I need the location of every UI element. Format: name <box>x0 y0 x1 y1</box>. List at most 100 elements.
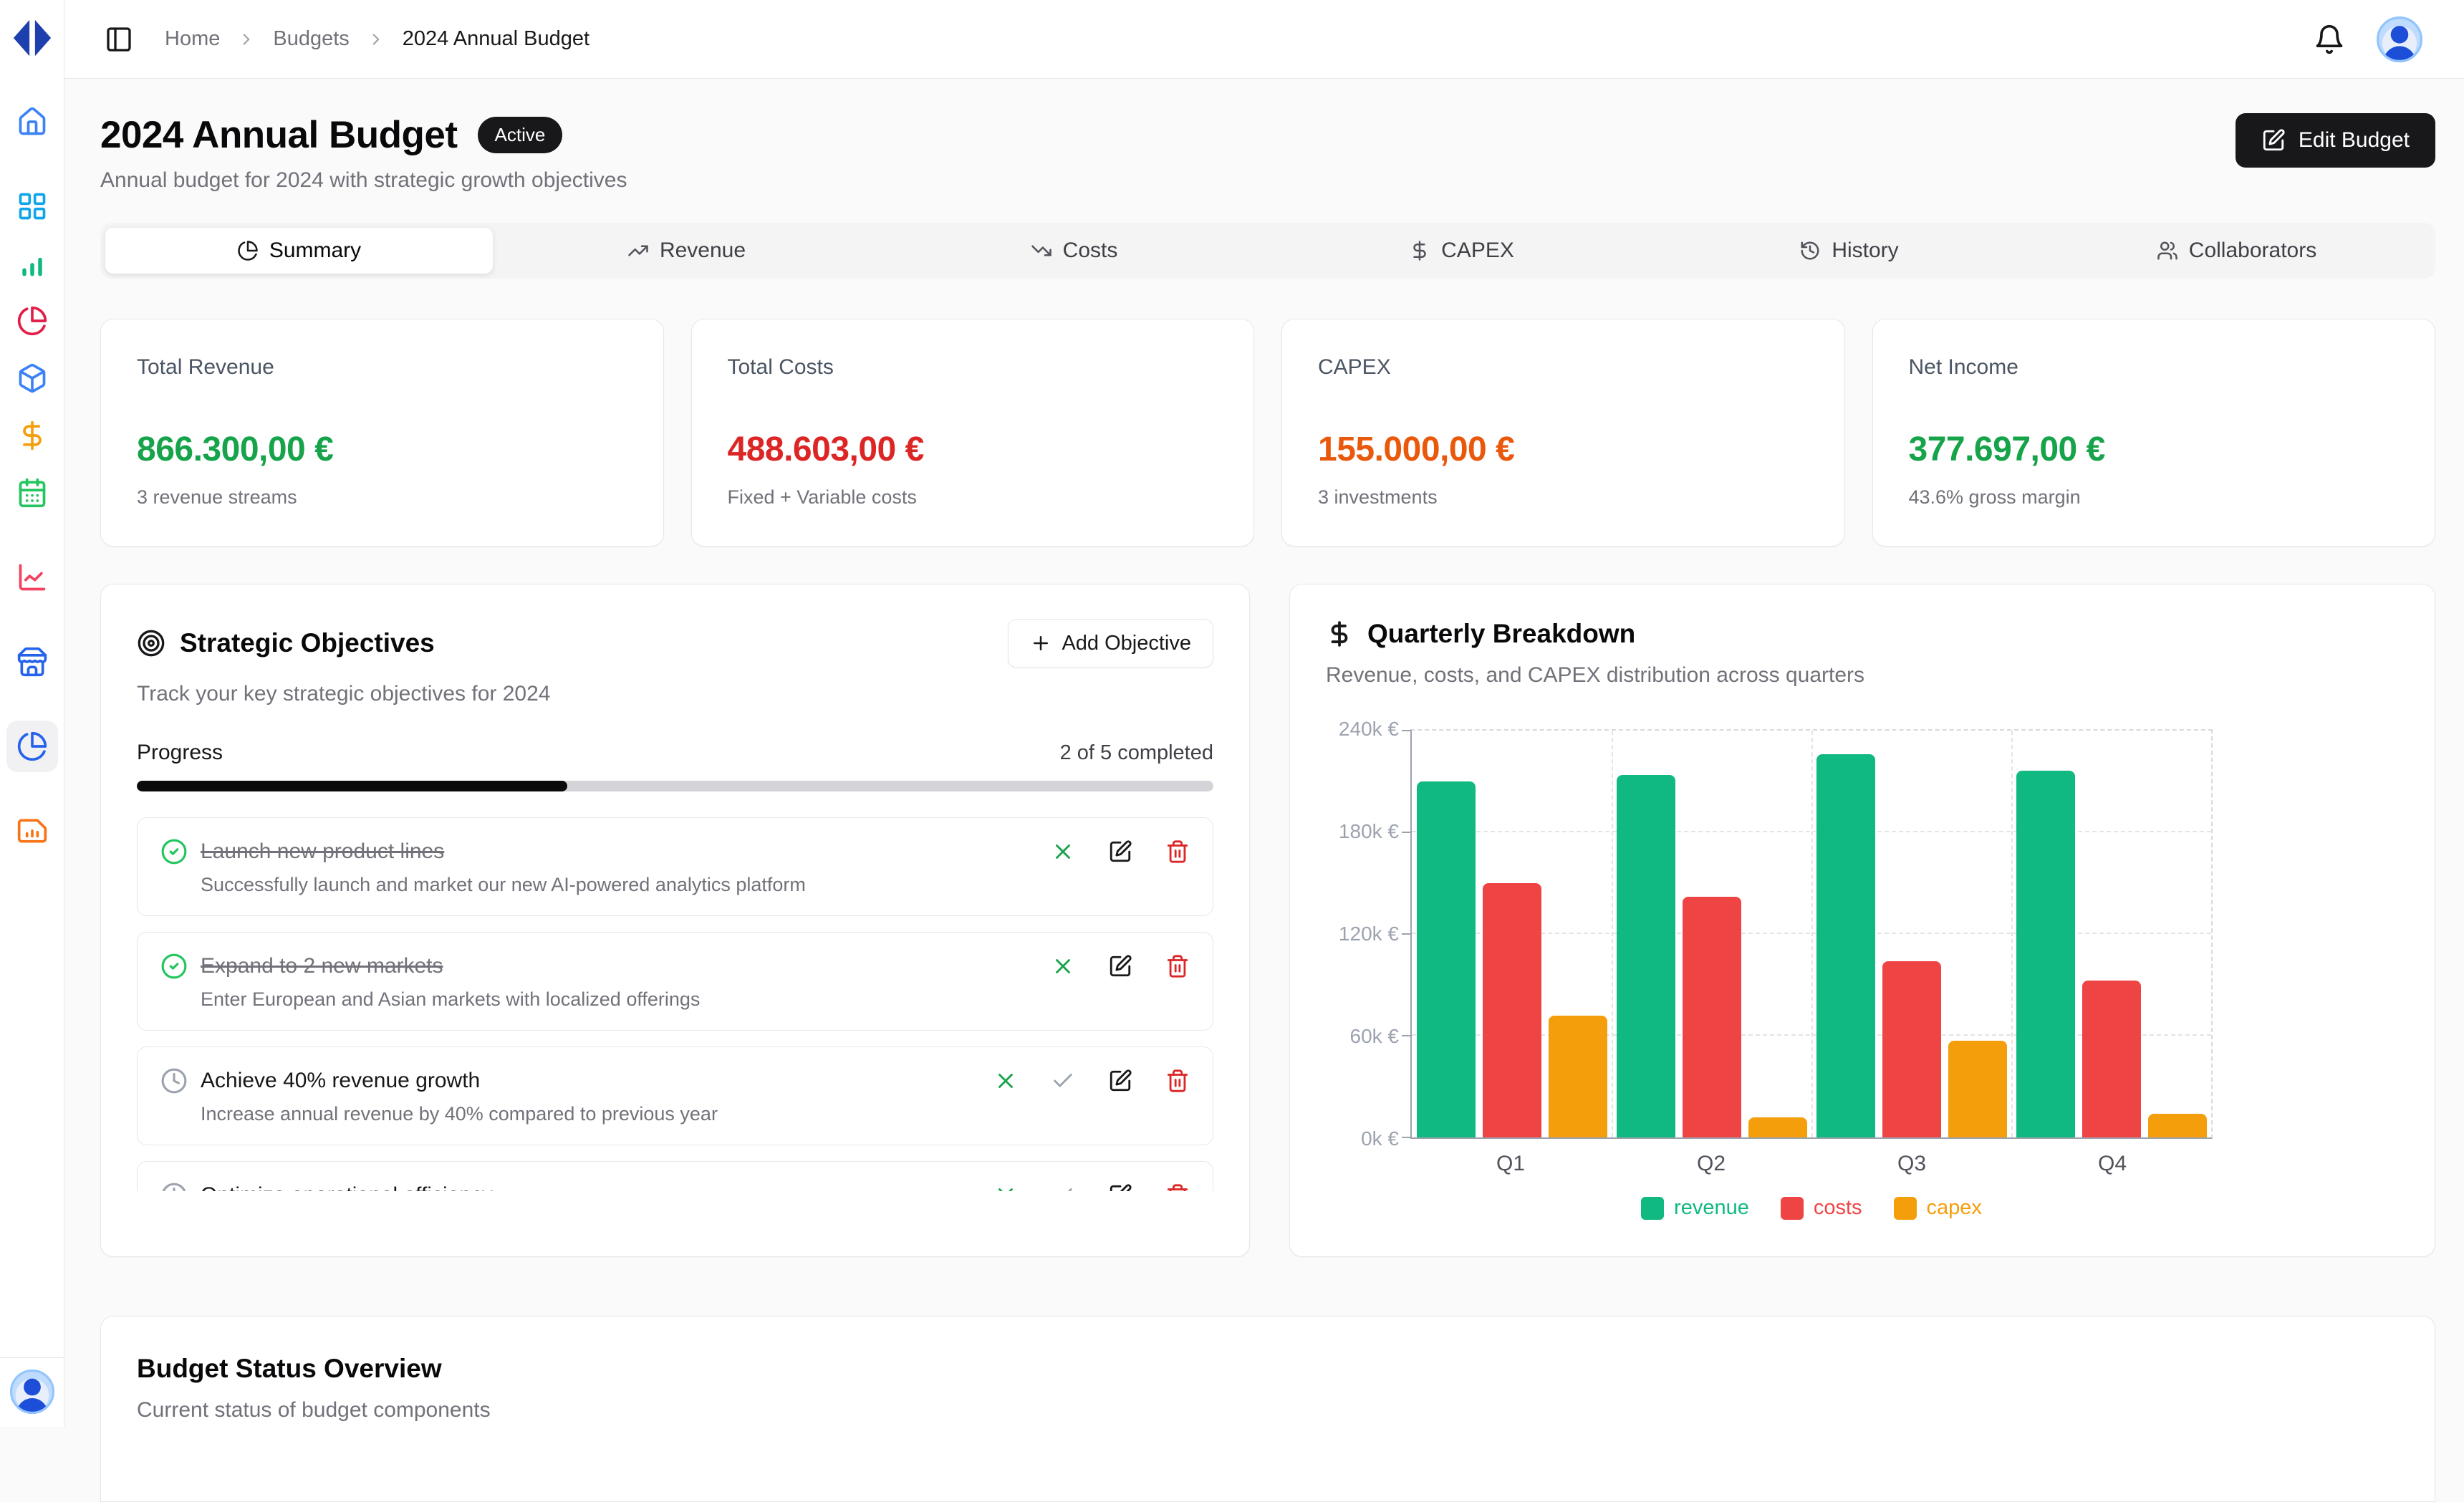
mark-incomplete-button[interactable] <box>1051 954 1075 978</box>
objective-item: Optimize operational efficiency <box>137 1161 1213 1191</box>
sidebar <box>0 0 64 1427</box>
y-tick-label: 180k € <box>1339 820 1399 843</box>
bar-revenue-q1 <box>1417 781 1476 1137</box>
edit-objective-button[interactable] <box>1108 1183 1132 1191</box>
mark-complete-button[interactable] <box>1051 1183 1075 1191</box>
y-tick-label: 120k € <box>1339 923 1399 945</box>
sidebar-item-reports-pie[interactable] <box>6 295 58 347</box>
progress-count: 2 of 5 completed <box>1060 741 1213 765</box>
notifications-button[interactable] <box>2314 24 2345 55</box>
user-menu-button[interactable] <box>2377 16 2422 62</box>
sidebar-item-store[interactable] <box>6 636 58 688</box>
sidebar-item-products[interactable] <box>6 352 58 404</box>
trash-icon <box>1165 1069 1190 1093</box>
stat-sub: Fixed + Variable costs <box>728 486 1218 509</box>
edit-icon <box>1108 1183 1132 1191</box>
app-logo[interactable] <box>0 0 64 60</box>
stat-sub: 3 investments <box>1318 486 1809 509</box>
sidebar-user[interactable] <box>0 1357 64 1427</box>
check-icon <box>1051 1183 1075 1191</box>
objective-item: Achieve 40% revenue growth Increase annu… <box>137 1046 1213 1145</box>
stat-cards: Total Revenue 866.300,00 € 3 revenue str… <box>100 319 2435 547</box>
page-title: 2024 Annual Budget <box>100 113 458 157</box>
bar-capex-q2 <box>1748 1117 1807 1137</box>
y-tick-label: 240k € <box>1339 718 1399 741</box>
tab-capex[interactable]: CAPEX <box>1268 228 1655 274</box>
edit-objective-button[interactable] <box>1108 839 1132 864</box>
bar-revenue-q3 <box>1816 754 1875 1137</box>
circle-check-icon <box>160 838 188 865</box>
tab-summary[interactable]: Summary <box>105 228 493 274</box>
legend-item-costs: costs <box>1781 1196 1862 1220</box>
objective-description: Enter European and Asian markets with lo… <box>201 988 1190 1011</box>
edit-icon <box>2261 128 2286 153</box>
bottom-title: Budget Status Overview <box>137 1354 2399 1384</box>
add-objective-button[interactable]: Add Objective <box>1008 619 1213 668</box>
breadcrumb-current: 2024 Annual Budget <box>403 27 589 51</box>
topbar: Home Budgets 2024 Annual Budget <box>64 0 2464 79</box>
store-icon <box>16 646 48 678</box>
sidebar-item-dashboard[interactable] <box>6 180 58 232</box>
sidebar-item-finance[interactable] <box>6 410 58 461</box>
users-icon <box>2157 240 2178 261</box>
tab-history[interactable]: History <box>1655 228 2043 274</box>
breadcrumb-home[interactable]: Home <box>165 27 220 51</box>
mark-incomplete-button[interactable] <box>1051 839 1075 864</box>
bar-costs-q3 <box>1882 961 1941 1137</box>
pie-chart-blue-icon <box>16 731 48 762</box>
edit-objective-button[interactable] <box>1108 954 1132 978</box>
mark-incomplete-button[interactable] <box>993 1069 1018 1093</box>
bar-revenue-q4 <box>2016 771 2075 1137</box>
x-tick-label: Q2 <box>1611 1152 1811 1176</box>
edit-budget-button[interactable]: Edit Budget <box>2236 113 2435 168</box>
sidebar-toggle-button[interactable] <box>105 25 133 54</box>
sidebar-item-reports[interactable] <box>6 805 58 857</box>
breadcrumb-budgets[interactable]: Budgets <box>273 27 349 51</box>
bar-costs-q2 <box>1683 897 1741 1137</box>
chart-xlabels: Q1Q2Q3Q4 <box>1410 1152 2213 1176</box>
strategic-objectives-panel: Strategic Objectives Add Objective Track… <box>100 584 1250 1257</box>
sidebar-item-calendar[interactable] <box>6 467 58 519</box>
edit-icon <box>1108 839 1132 864</box>
mark-complete-button[interactable] <box>1051 1069 1075 1093</box>
legend-swatch <box>1894 1197 1917 1220</box>
trash-icon <box>1165 839 1190 864</box>
tab-collaborators[interactable]: Collaborators <box>2043 228 2430 274</box>
delete-objective-button[interactable] <box>1165 839 1190 864</box>
x-icon <box>993 1069 1018 1093</box>
objective-title: Launch new product lines <box>201 839 444 864</box>
delete-objective-button[interactable] <box>1165 1069 1190 1093</box>
sidebar-item-budgets[interactable] <box>6 721 58 772</box>
objectives-title: Strategic Objectives <box>180 628 435 658</box>
circle-check-icon <box>160 953 188 980</box>
y-tick-label: 0k € <box>1361 1127 1399 1150</box>
legend-swatch <box>1641 1197 1664 1220</box>
objective-item: Expand to 2 new markets Enter European a… <box>137 932 1213 1031</box>
dollar-icon <box>1326 620 1353 648</box>
bar-chart-icon <box>16 248 48 279</box>
sidebar-item-trends[interactable] <box>6 552 58 603</box>
clock-icon <box>160 1182 188 1191</box>
sidebar-item-analytics[interactable] <box>6 238 58 289</box>
stat-value: 866.300,00 € <box>137 430 627 469</box>
trash-icon <box>1165 1183 1190 1191</box>
box-icon <box>16 362 48 394</box>
dollar-icon <box>1409 240 1430 261</box>
delete-objective-button[interactable] <box>1165 1183 1190 1191</box>
quarterly-breakdown-panel: Quarterly Breakdown Revenue, costs, and … <box>1289 584 2435 1257</box>
mark-incomplete-button[interactable] <box>993 1183 1018 1191</box>
stat-sub: 3 revenue streams <box>137 486 627 509</box>
chart-title: Quarterly Breakdown <box>1367 619 1635 649</box>
sidebar-item-home[interactable] <box>6 96 58 148</box>
report-icon <box>16 815 48 847</box>
edit-objective-button[interactable] <box>1108 1069 1132 1093</box>
stat-card: CAPEX 155.000,00 € 3 investments <box>1281 319 1845 547</box>
status-badge: Active <box>478 117 563 153</box>
tab-revenue[interactable]: Revenue <box>493 228 880 274</box>
stat-label: Total Revenue <box>137 355 627 380</box>
y-tick-mark <box>1402 1035 1410 1036</box>
bar-revenue-q2 <box>1617 775 1675 1137</box>
delete-objective-button[interactable] <box>1165 954 1190 978</box>
page-subtitle: Annual budget for 2024 with strategic gr… <box>100 168 627 193</box>
tab-costs[interactable]: Costs <box>880 228 1268 274</box>
